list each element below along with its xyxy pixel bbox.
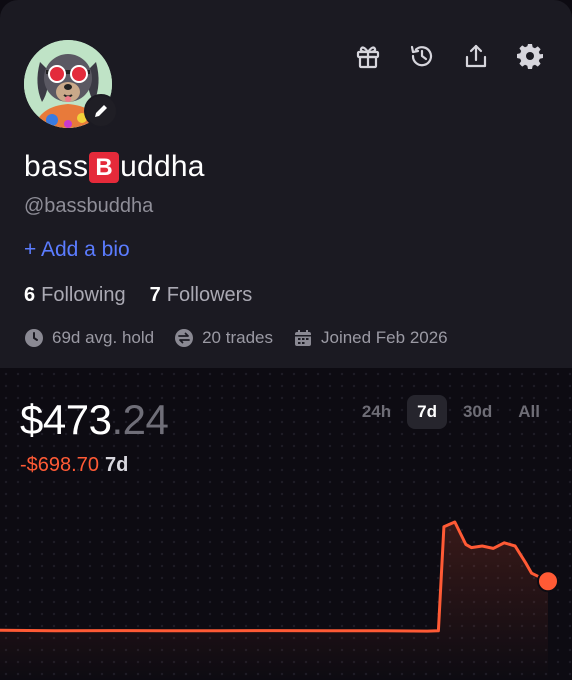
display-name: bass Buddha — [24, 150, 205, 184]
pencil-icon — [95, 105, 107, 117]
display-name-suffix: uddha — [120, 150, 205, 183]
portfolio-section: $473.24 -$698.70 7d 24h 7d 30d All — [0, 368, 572, 680]
trading-stats: 69d avg. hold 20 trades Joined Feb 2026 — [24, 328, 448, 348]
avg-hold-text: 69d avg. hold — [52, 328, 155, 347]
calendar-icon — [294, 330, 311, 346]
clock-icon — [25, 329, 43, 347]
share-icon — [465, 44, 487, 68]
portfolio-line-chart[interactable] — [0, 368, 572, 680]
followers-link[interactable]: 7 Followers — [150, 284, 253, 307]
trades-stat: 20 trades — [174, 328, 273, 348]
history-button[interactable] — [406, 40, 438, 72]
header-actions — [352, 40, 546, 72]
followers-count: 7 — [149, 284, 161, 306]
settings-button[interactable] — [514, 40, 546, 72]
history-icon — [410, 45, 433, 67]
avg-hold-stat: 69d avg. hold — [24, 328, 154, 348]
b-badge-emoji: B — [89, 151, 120, 183]
chart-current-point — [537, 570, 559, 593]
joined-text: Joined Feb 2026 — [320, 328, 448, 347]
follow-stats: 6 Following 7 Followers — [24, 284, 252, 307]
following-count: 6 — [24, 284, 36, 306]
following-link[interactable]: 6 Following — [24, 284, 126, 307]
username-handle: @bassbuddha — [24, 195, 154, 217]
followers-label: Followers — [166, 284, 253, 306]
edit-avatar-button[interactable] — [84, 94, 118, 128]
settings-icon — [517, 44, 543, 69]
add-bio-link[interactable]: + Add a bio — [24, 238, 130, 262]
trades-text: 20 trades — [202, 328, 273, 347]
share-button[interactable] — [460, 40, 492, 72]
profile-card: bass Buddha @bassbuddha + Add a bio 6 Foll… — [0, 0, 572, 368]
following-label: Following — [41, 284, 126, 306]
display-name-prefix: bass — [24, 150, 89, 183]
gift-icon — [356, 46, 380, 69]
joined-stat: Joined Feb 2026 — [293, 328, 448, 348]
gift-button[interactable] — [352, 40, 384, 72]
swap-icon — [175, 329, 194, 347]
